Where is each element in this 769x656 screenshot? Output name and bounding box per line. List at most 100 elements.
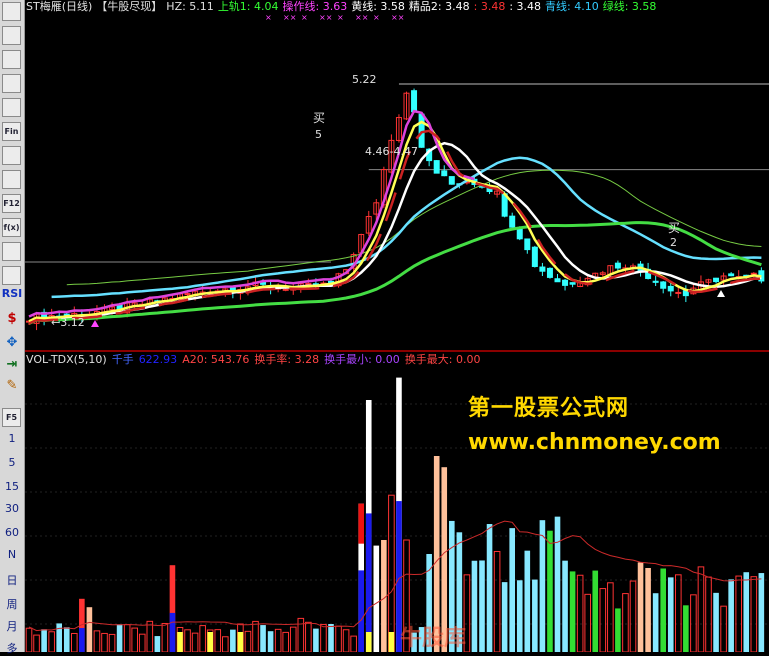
volume-bar <box>101 632 108 652</box>
volume-bar <box>720 605 727 652</box>
wave-icon[interactable] <box>2 266 21 285</box>
hdr-8: 绿线: 3.58 <box>602 0 657 13</box>
pencil-icon[interactable]: ✎ <box>0 378 24 393</box>
panel-divider <box>25 350 769 352</box>
volume-bar <box>690 594 697 652</box>
range-label: 4.46-4.47 <box>365 145 418 158</box>
volume-bar <box>675 574 682 652</box>
kline-chart[interactable]: 5.22←3.124.46-4.47买5买2× ×× × ×× × ×× × ×× <box>25 0 769 652</box>
volume-bar <box>532 579 538 652</box>
list-icon[interactable] <box>2 2 21 21</box>
f12-icon[interactable]: F12 <box>2 194 21 213</box>
period-2[interactable]: 15 <box>0 480 24 493</box>
candle-body <box>509 215 516 228</box>
report-icon[interactable] <box>2 146 21 165</box>
a20-volume-line <box>28 520 762 632</box>
volume-bar <box>252 620 259 652</box>
volume-bar <box>161 622 169 652</box>
signal-cross-icon: × <box>301 13 308 22</box>
volume-bar-segment <box>177 632 183 652</box>
vol-4: 换手最小: 0.00 <box>324 353 400 366</box>
volume-bar <box>479 560 485 652</box>
volume-bar-segment <box>365 632 372 652</box>
period-1[interactable]: 5 <box>0 456 24 469</box>
period-0[interactable]: 1 <box>0 432 24 445</box>
volume-bar <box>33 634 40 652</box>
line-chart-icon[interactable] <box>2 50 21 69</box>
vol-5: 换手最大: 0.00 <box>404 353 481 366</box>
rsi-button[interactable]: RSI <box>0 287 24 300</box>
volume-bar-segment <box>358 503 364 544</box>
volume-bar <box>342 629 350 652</box>
volume-bar <box>86 607 93 652</box>
fin-icon[interactable]: Fin <box>2 122 21 141</box>
window-icon[interactable] <box>2 98 21 117</box>
candle-body <box>433 160 440 174</box>
stock-name: ST梅雁(日线) <box>26 0 93 13</box>
volume-bar <box>282 631 289 652</box>
candle-body <box>554 278 561 283</box>
volume-bar <box>328 624 334 652</box>
f5-button[interactable]: F5 <box>2 408 21 427</box>
document-icon[interactable] <box>2 170 21 189</box>
volume-bar <box>154 636 161 652</box>
volume-bar <box>123 624 131 652</box>
candle-body <box>282 288 289 291</box>
hdr-2: 操作线: 3.63 <box>282 0 348 13</box>
vol-1: 622.93 <box>138 353 178 366</box>
red-dashed-line <box>28 129 762 325</box>
volume-bar <box>516 580 523 652</box>
volume-bar <box>335 625 342 652</box>
volume-bar <box>48 631 55 652</box>
formula-tag[interactable]: 【牛股尽现】 <box>96 0 162 13</box>
signal-cross-icon: × <box>337 13 344 22</box>
volume-bar <box>267 631 274 652</box>
hdr-5: : 3.48 <box>473 0 506 13</box>
volume-bar <box>471 560 478 652</box>
period-4[interactable]: 60 <box>0 526 24 539</box>
candle-body <box>713 277 720 283</box>
trend-icon[interactable] <box>2 74 21 93</box>
volume-bar <box>599 588 607 652</box>
candle-body <box>562 279 569 286</box>
volume-bar <box>71 632 78 652</box>
candle-body <box>660 281 667 289</box>
volume-bar <box>25 627 33 652</box>
candle-body <box>531 246 538 267</box>
period-7[interactable]: 周 <box>0 596 24 612</box>
volume-bar <box>146 620 154 652</box>
dollar-icon[interactable]: $ <box>0 311 24 326</box>
volume-bar <box>214 629 222 652</box>
candle-body <box>539 266 546 272</box>
volume-bar <box>547 530 553 652</box>
cyan-line <box>51 156 762 299</box>
period-8[interactable]: 月 <box>0 618 24 634</box>
candle-body <box>441 170 448 177</box>
volume-bar <box>191 632 199 652</box>
volume-bar <box>493 550 501 652</box>
volume-bar <box>486 524 493 652</box>
volume-bar <box>56 623 62 652</box>
period-6[interactable]: 日 <box>0 572 24 588</box>
volume-bar <box>388 494 395 652</box>
zoom-icon[interactable] <box>2 242 21 261</box>
period-3[interactable]: 30 <box>0 502 24 515</box>
volume-bar <box>313 628 319 652</box>
buy-signal-1-num: 5 <box>315 128 322 141</box>
signal-cross-icon: × <box>265 13 272 22</box>
volume-bar <box>320 623 327 652</box>
candle-body <box>750 272 757 275</box>
period-5[interactable]: N <box>0 548 24 561</box>
move-icon[interactable]: ✥ <box>0 335 24 350</box>
volume-bar <box>607 582 614 652</box>
volume-bar <box>569 571 576 652</box>
candle-body <box>569 282 576 285</box>
fx-icon[interactable]: f(x) <box>2 218 21 237</box>
grid-icon[interactable] <box>2 26 21 45</box>
volume-bar <box>289 626 297 652</box>
volume-bar <box>758 573 765 652</box>
period-9[interactable]: 多 <box>0 640 24 656</box>
candle-body <box>184 293 191 296</box>
volume-bar-segment <box>79 628 85 652</box>
exit-icon[interactable]: ⇥ <box>0 357 24 372</box>
